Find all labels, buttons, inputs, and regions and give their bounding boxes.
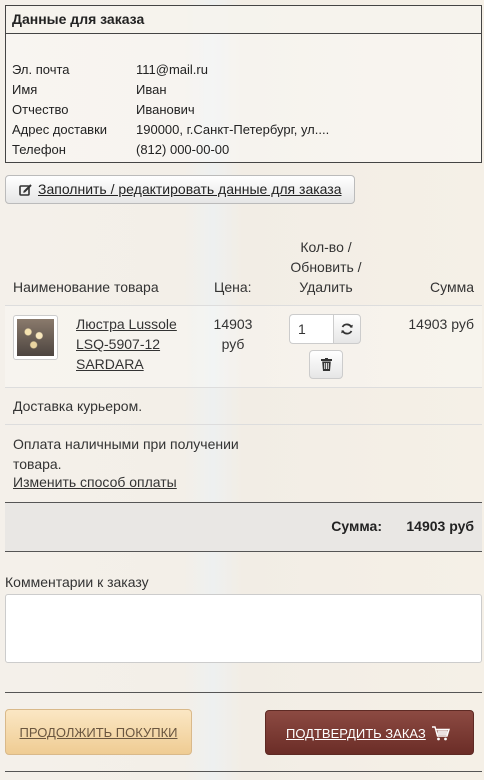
- item-sum: 14903 руб: [408, 316, 474, 332]
- product-name-link[interactable]: Люстра Lussole LSQ-5907-12 SARDARA: [76, 314, 177, 374]
- field-value: 111@mail.ru: [136, 62, 208, 77]
- edit-order-data-label: Заполнить / редактировать данные для зак…: [38, 181, 342, 197]
- order-data-title: Данные для заказа: [6, 6, 481, 34]
- field-label: Эл. почта: [12, 62, 70, 77]
- field-label: Адрес доставки: [12, 122, 108, 137]
- comments-label: Комментарии к заказу: [5, 574, 149, 590]
- divider: [5, 692, 482, 693]
- divider: [5, 424, 482, 425]
- quantity-input[interactable]: 1: [289, 314, 333, 344]
- divider: [5, 387, 482, 388]
- trash-icon: [321, 358, 332, 371]
- header-qty-line2: Обновить /: [290, 259, 362, 275]
- field-label: Телефон: [12, 142, 66, 157]
- delete-item-button[interactable]: [309, 350, 343, 379]
- confirm-order-button[interactable]: ПОДТВЕРДИТЬ ЗАКАЗ: [265, 710, 474, 755]
- edit-icon: [19, 184, 32, 196]
- field-value: Иванович: [136, 102, 195, 117]
- edit-order-data-button[interactable]: Заполнить / редактировать данные для зак…: [5, 175, 355, 204]
- change-payment-link[interactable]: Изменить способ оплаты: [13, 474, 177, 490]
- continue-shopping-button[interactable]: ПРОДОЛЖИТЬ ПОКУПКИ: [5, 709, 192, 755]
- field-label: Имя: [12, 82, 38, 97]
- field-value: 190000, г.Санкт-Петербург, ул....: [136, 122, 330, 137]
- payment-method: Оплата наличными при получении товара.: [13, 436, 239, 472]
- header-qty-line1: Кол-во /: [300, 239, 352, 255]
- order-data-panel: Данные для заказа Эл. почта 111@mail.ru …: [5, 5, 482, 163]
- item-price: 14903 руб: [213, 316, 253, 352]
- comments-textarea[interactable]: [5, 594, 482, 663]
- header-sum: Сумма: [430, 279, 474, 295]
- header-name: Наименование товара: [13, 279, 159, 295]
- header-qty-line3: Удалить: [299, 279, 353, 295]
- cart-icon: [432, 726, 450, 741]
- product-thumbnail[interactable]: [13, 315, 58, 360]
- total-value: 14903 руб: [406, 518, 474, 534]
- header-price: Цена:: [214, 279, 252, 295]
- delivery-method: Доставка курьером.: [13, 398, 143, 414]
- confirm-order-label: ПОДТВЕРДИТЬ ЗАКАЗ: [286, 726, 426, 741]
- field-value: Иван: [136, 82, 167, 97]
- refresh-quantity-button[interactable]: [333, 314, 361, 344]
- field-label: Отчество: [12, 102, 69, 117]
- total-label: Сумма:: [331, 518, 382, 534]
- divider: [5, 771, 482, 772]
- field-value: (812) 000-00-00: [136, 142, 230, 157]
- refresh-icon: [341, 323, 353, 335]
